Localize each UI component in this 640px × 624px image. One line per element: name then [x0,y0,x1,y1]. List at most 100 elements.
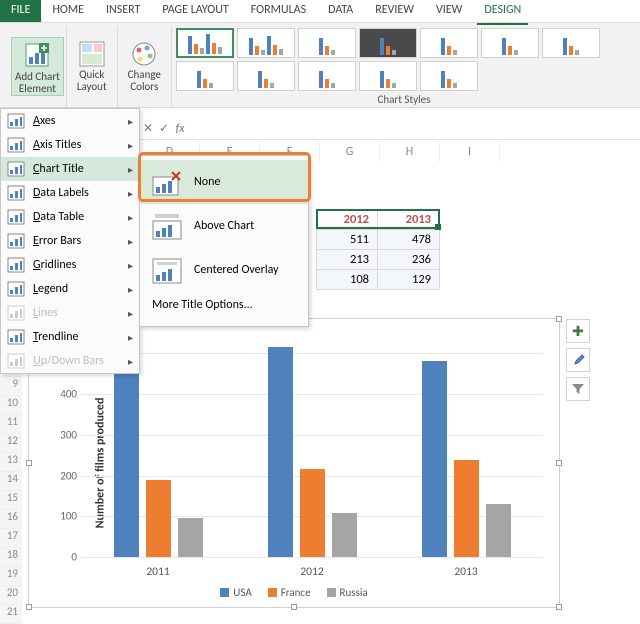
tab-page-layout[interactable]: PAGE LAYOUT [151,0,239,22]
chart-style-9[interactable] [237,61,295,91]
cell[interactable]: 511 [316,229,378,250]
menu-data_table[interactable]: Data Table▸ [1,205,139,229]
menu-gridlines[interactable]: Gridlines▸ [1,253,139,277]
fx-button[interactable]: fx [172,122,188,136]
bar[interactable] [300,469,325,557]
row-11[interactable]: 11 [0,415,22,434]
row-headers[interactable]: 89101112131415161718192021 [0,358,22,624]
chart-title-overlay[interactable]: Centered Overlay [140,248,308,292]
tab-data[interactable]: DATA [317,0,364,22]
menu-trendline[interactable]: Trendline▸ [1,325,139,349]
tab-home[interactable]: HOME [41,0,95,22]
row-9[interactable]: 9 [0,377,22,396]
menu-chart_title[interactable]: Chart Title▸ [1,157,139,181]
row-18[interactable]: 18 [0,548,22,567]
row-10[interactable]: 10 [0,396,22,415]
menu-data_labels[interactable]: Data Labels▸ [1,181,139,205]
bar-group[interactable] [422,361,511,557]
brush-icon [571,353,585,367]
cell[interactable]: 108 [316,269,378,290]
menu-error_bars[interactable]: Error Bars▸ [1,229,139,253]
cell-year[interactable]: 2013 [378,209,440,230]
bar[interactable] [422,361,447,557]
menu-axes[interactable]: Axes▸ [1,109,139,133]
data-row-2: 213236 [316,249,440,270]
chart-title-above-label: Above Chart [194,219,254,233]
bar-group[interactable] [268,347,357,557]
chart-style-gallery[interactable] [176,28,632,91]
tab-formulas[interactable]: FORMULAS [240,0,317,22]
col-G[interactable]: G [320,142,380,162]
chart-title-none[interactable]: None [140,160,308,204]
formula-bar: ✕ ✓ fx [140,118,640,140]
bar[interactable] [178,518,203,557]
legend-item[interactable]: France [268,586,311,599]
cell-year[interactable]: 2012 [316,209,378,230]
bar[interactable] [146,480,171,557]
plot-area[interactable]: 0100200300400500 [81,333,543,557]
chart-elements-plus-button[interactable]: ✚ [566,319,590,343]
tab-design[interactable]: DESIGN [473,0,532,22]
bar[interactable] [332,513,357,557]
bar[interactable] [268,347,293,557]
menu-legend[interactable]: Legend▸ [1,277,139,301]
row-12[interactable]: 12 [0,434,22,453]
bar-groups[interactable] [81,333,543,557]
bar[interactable] [486,504,511,557]
chart-title-more-options[interactable]: More Title Options... [140,292,308,322]
chart-filter-button[interactable] [566,377,590,401]
legend-item[interactable]: USA [220,586,251,599]
chart-style-10[interactable] [298,61,356,91]
row-14[interactable]: 14 [0,472,22,491]
add-chart-element-button[interactable]: Add Chart Element [11,37,64,96]
bar[interactable] [454,460,479,557]
tab-insert[interactable]: INSERT [95,0,151,22]
chart-title-above[interactable]: Above Chart [140,204,308,248]
row-16[interactable]: 16 [0,510,22,529]
tab-file[interactable]: FILE [0,0,41,22]
chart-style-3[interactable] [298,28,356,58]
change-colors-button[interactable]: Change Colors [125,39,164,94]
cell[interactable]: 236 [378,249,440,270]
chart-title-submenu[interactable]: None Above Chart Centered Overlay More T… [139,155,309,327]
col-H[interactable]: H [380,142,440,162]
none-icon [152,167,182,197]
chart-mini-icon [7,161,25,177]
chart-style-2[interactable] [237,28,295,58]
quick-layout-label: Quick Layout [77,67,107,92]
chart-styles-brush-button[interactable] [566,348,590,372]
quick-layout-button[interactable]: Quick Layout [74,39,110,94]
chart-style-5[interactable] [420,28,478,58]
chart-style-12[interactable] [420,61,478,91]
ytick: 200 [55,469,77,482]
add-chart-element-menu[interactable]: Axes▸Axis Titles▸Chart Title▸Data Labels… [0,108,140,374]
chart-style-7[interactable] [542,28,600,58]
row-19[interactable]: 19 [0,567,22,586]
fx-enter[interactable]: ✓ [156,121,172,136]
row-15[interactable]: 15 [0,491,22,510]
cell[interactable]: 129 [378,269,440,290]
legend-item[interactable]: Russia [327,586,368,599]
chart-style-4[interactable] [359,28,417,58]
chart-style-8[interactable] [176,61,234,91]
bar-group[interactable] [114,372,203,557]
chart-style-11[interactable] [359,61,417,91]
chart-legend[interactable]: USA France Russia [29,586,559,599]
bar[interactable] [114,372,139,557]
chart-side-buttons: ✚ [566,319,590,401]
row-17[interactable]: 17 [0,529,22,548]
cell[interactable]: 478 [378,229,440,250]
row-21[interactable]: 21 [0,605,22,624]
col-I[interactable]: I [440,142,500,162]
tab-review[interactable]: REVIEW [364,0,425,22]
chart-style-1[interactable] [176,28,234,58]
row-13[interactable]: 13 [0,453,22,472]
tab-view[interactable]: VIEW [425,0,473,22]
ytick: 100 [55,510,77,523]
row-20[interactable]: 20 [0,586,22,605]
cell[interactable]: 213 [316,249,378,270]
chart-style-6[interactable] [481,28,539,58]
menu-axis_titles[interactable]: Axis Titles▸ [1,133,139,157]
fx-cancel[interactable]: ✕ [140,121,156,136]
chart-mini-icon [7,113,25,129]
